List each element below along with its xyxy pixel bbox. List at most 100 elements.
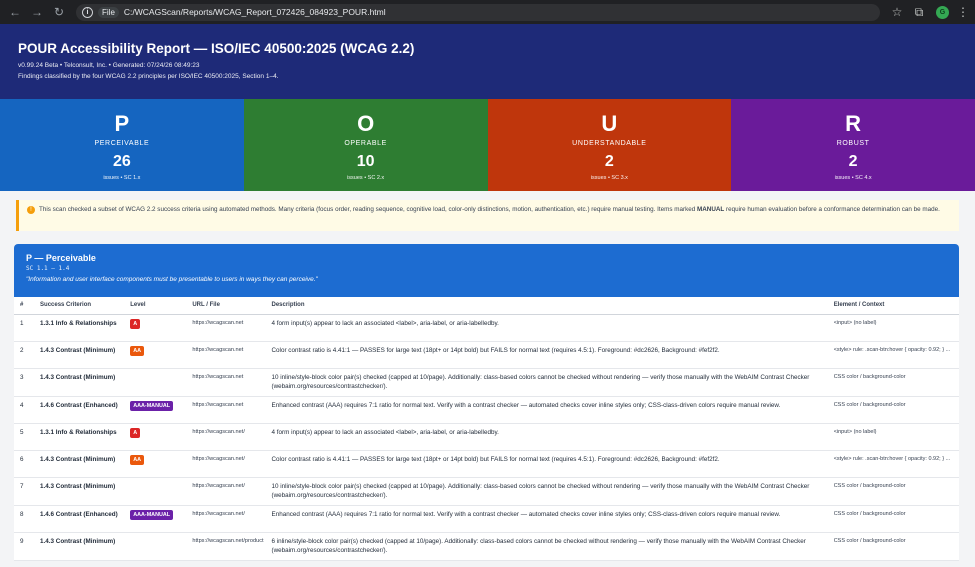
table-row: 4 1.4.6 Contrast (Enhanced) AAA-MANUAL http…	[14, 396, 959, 424]
kebab-menu-icon[interactable]: ⋮	[957, 5, 969, 19]
cell-url: https://wcagscan.net	[186, 396, 266, 424]
cell-number: 6	[14, 450, 35, 478]
cell-number: 9	[14, 532, 35, 561]
cell-criterion: 1.3.1 Info & Relationships	[34, 423, 125, 451]
cell-criterion: 1.4.6 Contrast (Enhanced)	[34, 396, 125, 424]
pour-card-perceivable[interactable]: P PERCEIVABLE 26 issues • SC 1.x	[0, 99, 244, 191]
pour-card-understandable[interactable]: U UNDERSTANDABLE 2 issues • SC 3.x	[487, 99, 732, 191]
col-header-number: #	[14, 297, 35, 315]
table-row: 3 1.4.3 Contrast (Minimum) AA-MANUAL https:…	[14, 368, 959, 397]
report-meta: v0.99.24 Beta • Telconsult, Inc. • Gener…	[18, 62, 200, 69]
cell-level: AA	[124, 450, 187, 478]
pour-count: 2	[848, 153, 858, 170]
cell-criterion: 1.4.3 Contrast (Minimum)	[34, 532, 125, 561]
address-url[interactable]: C:/WCAGScan/Reports/WCAG_Report_072426_0…	[124, 7, 386, 17]
report-subtitle: Findings classified by the four WCAG 2.2…	[18, 73, 279, 80]
level-badge: AA	[130, 345, 145, 356]
cell-context: <style> rule: .scan-btn:hover { opacity:…	[827, 450, 959, 478]
cell-description: Color contrast ratio is 4.41:1 — PASSES …	[265, 450, 828, 478]
cell-url: https://wcagscan.net	[186, 314, 266, 342]
cell-url: https://wcagscan.net	[186, 341, 266, 369]
notice-text-part: require human evaluation before a confor…	[724, 206, 940, 213]
cell-context: CSS color / background-color	[827, 505, 959, 533]
manual-testing-notice: ! This scan checked a subset of WCAG 2.2…	[16, 200, 959, 231]
notice-bold: MANUAL	[697, 206, 725, 213]
col-header-url: URL / File	[186, 297, 266, 315]
col-header-level: Level	[124, 297, 187, 315]
level-badge: A	[130, 427, 141, 438]
section-sc-range: SC 1.1 – 1.4	[26, 265, 70, 272]
site-info-icon[interactable]: i	[82, 6, 93, 18]
cell-description: 4 form input(s) appear to lack an associ…	[265, 314, 828, 342]
cell-level: A	[124, 314, 187, 342]
level-badge: A	[130, 318, 141, 329]
section-quote: "Information and user interface componen…	[26, 276, 318, 283]
cell-description: 6 inline/style-block color pair(s) check…	[265, 532, 828, 561]
notice-text-part: This scan checked a subset of WCAG 2.2 s…	[39, 206, 697, 213]
col-header-context: Element / Context	[827, 297, 959, 315]
file-chip: File	[98, 6, 119, 18]
cell-number: 8	[14, 505, 35, 533]
table-row: 1 1.3.1 Info & Relationships Ahttps://wcag…	[14, 314, 959, 342]
cell-url: https://wcagscan.net/	[186, 450, 266, 478]
level-badge: AAA-MANUAL	[130, 509, 174, 520]
cell-criterion: 1.4.3 Contrast (Minimum)	[34, 368, 125, 397]
report-header: POUR Accessibility Report — ISO/IEC 4050…	[0, 24, 975, 99]
cell-context: <input> (no label)	[827, 423, 959, 451]
cell-number: 4	[14, 396, 35, 424]
table-row: 5 1.3.1 Info & Relationships Ahttps://wcag…	[14, 423, 959, 451]
cell-number: 1	[14, 314, 35, 342]
back-icon[interactable]: ←	[6, 3, 24, 21]
table-row: 6 1.4.3 Contrast (Minimum) AA https://wcags…	[14, 450, 959, 478]
pour-count: 2	[604, 153, 614, 170]
pour-card-robust[interactable]: R ROBUST 2 issues • SC 4.x	[731, 99, 975, 191]
pour-sub: issues • SC 1.x	[103, 175, 141, 181]
section-header: P — Perceivable SC 1.1 – 1.4 "Informatio…	[14, 244, 959, 297]
cell-context: <input> (no label)	[827, 314, 959, 342]
cell-criterion: 1.3.1 Info & Relationships	[34, 314, 125, 342]
forward-icon[interactable]: →	[28, 3, 46, 21]
cell-context: <style> rule: .scan-btn:hover { opacity:…	[827, 341, 959, 369]
cell-description: Enhanced contrast (AAA) requires 7:1 rat…	[265, 505, 828, 533]
pour-card-operable[interactable]: O OPERABLE 10 issues • SC 2.x	[243, 99, 488, 191]
table-row: 7 1.4.3 Contrast (Minimum) AA-MANUAL https:…	[14, 477, 959, 506]
pour-sub: issues • SC 3.x	[590, 175, 628, 181]
cell-level: A	[124, 423, 187, 451]
cell-context: CSS color / background-color	[827, 477, 959, 506]
extensions-icon[interactable]: ⧉	[910, 5, 928, 20]
cell-criterion: 1.4.3 Contrast (Minimum)	[34, 477, 125, 506]
level-badge: AA-MANUAL	[133, 483, 167, 490]
cell-context: CSS color / background-color	[827, 396, 959, 424]
cell-description: 4 form input(s) appear to lack an associ…	[265, 423, 828, 451]
cell-number: 3	[14, 368, 35, 397]
notice-text: This scan checked a subset of WCAG 2.2 s…	[39, 205, 940, 226]
browser-toolbar: ← → ↻ i File C:/WCAGScan/Reports/WCAG_Re…	[0, 0, 975, 24]
col-header-description: Description	[265, 297, 828, 315]
profile-avatar[interactable]: G	[936, 5, 949, 19]
cell-url: https://wcagscan.net	[186, 368, 266, 397]
table-row: 9 1.4.3 Contrast (Minimum) AA-MANUAL https:…	[14, 532, 959, 561]
cell-level: AAA-MANUAL	[124, 396, 187, 424]
cell-level: AAA-MANUAL	[124, 505, 187, 533]
address-bar[interactable]: i File C:/WCAGScan/Reports/WCAG_Report_0…	[76, 3, 880, 21]
cell-criterion: 1.4.3 Contrast (Minimum)	[34, 341, 125, 369]
findings-table: # Success Criterion Level URL / File Des…	[14, 297, 959, 561]
level-badge: AAA-MANUAL	[130, 400, 174, 411]
cell-criterion: 1.4.3 Contrast (Minimum)	[34, 450, 125, 478]
pour-letter: R	[845, 111, 862, 136]
cell-level: AA-MANUAL	[124, 477, 187, 506]
cell-number: 7	[14, 477, 35, 506]
cell-url: https://wcagscan.net/	[186, 477, 266, 506]
pour-letter: U	[601, 111, 618, 136]
bookmark-star-icon[interactable]: ☆	[888, 5, 906, 19]
pour-count: 26	[112, 153, 131, 170]
cell-criterion: 1.4.6 Contrast (Enhanced)	[34, 505, 125, 533]
reload-icon[interactable]: ↻	[50, 3, 68, 21]
perceivable-section: P — Perceivable SC 1.1 – 1.4 "Informatio…	[14, 244, 959, 561]
cell-level: AA-MANUAL	[124, 368, 187, 397]
cell-url: https://wcagscan.net/product	[186, 532, 266, 561]
level-badge: AA-MANUAL	[133, 374, 167, 381]
pour-summary: P PERCEIVABLE 26 issues • SC 1.x O OPERA…	[0, 99, 975, 191]
warning-icon: !	[27, 206, 35, 214]
cell-level: AA-MANUAL	[124, 532, 187, 561]
